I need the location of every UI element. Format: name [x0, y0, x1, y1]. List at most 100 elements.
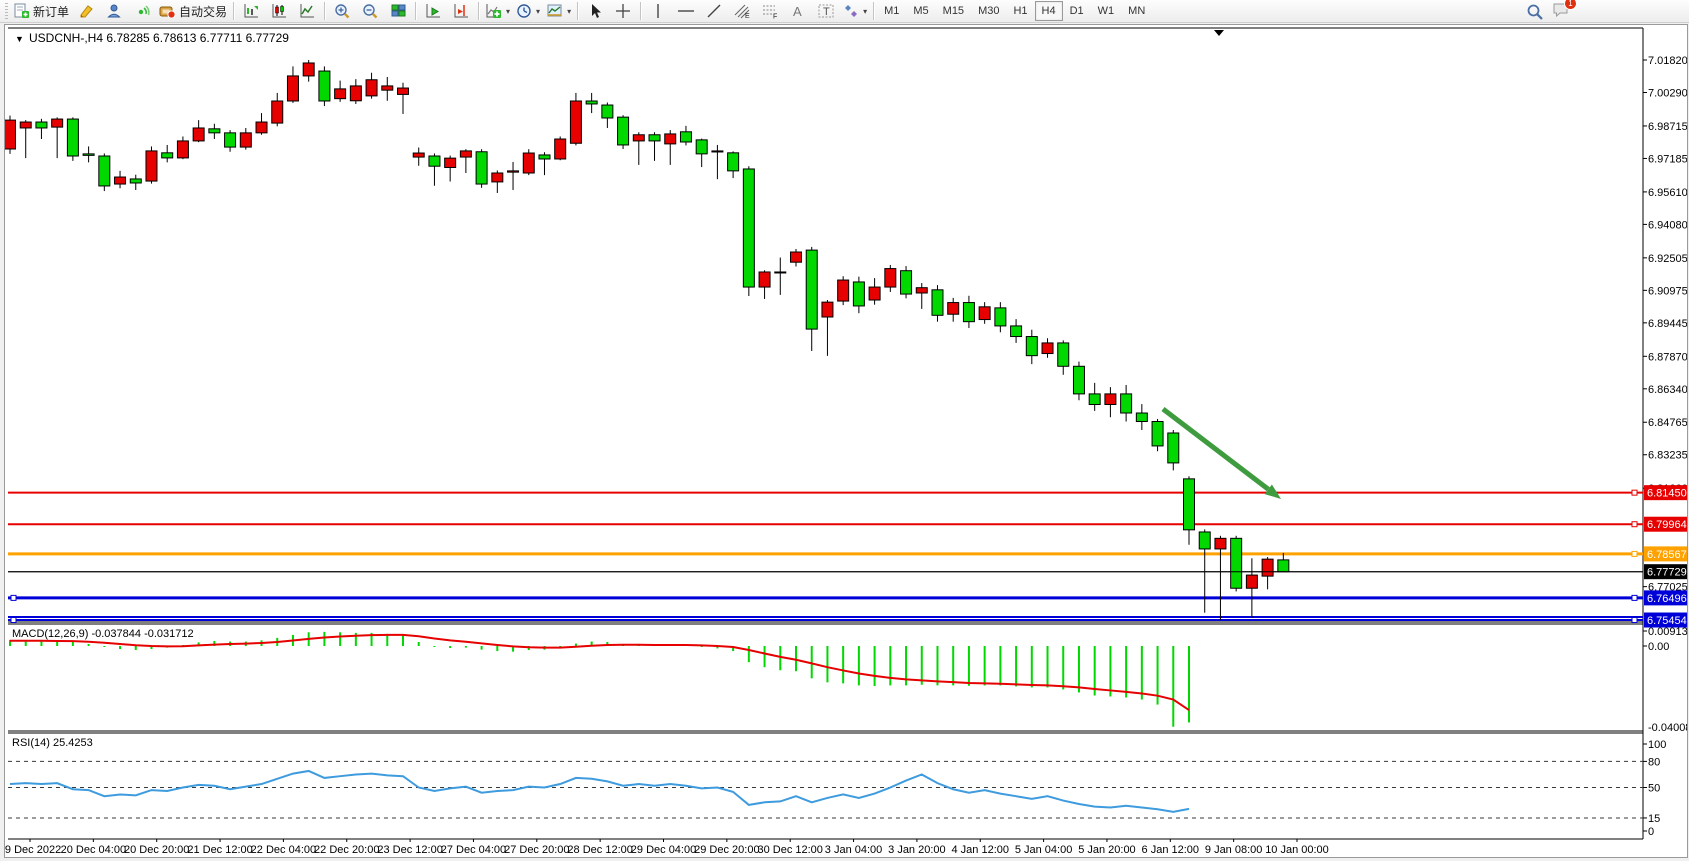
- candle-bear: [1011, 326, 1022, 337]
- candle-bear: [1231, 538, 1242, 588]
- trendline-button[interactable]: [700, 0, 728, 22]
- timeframe-h1[interactable]: H1: [1006, 1, 1034, 21]
- price-badge-label: 6.78567: [1647, 549, 1687, 561]
- timeframe-m5[interactable]: M5: [906, 1, 935, 21]
- toolbar-separator: [415, 2, 416, 20]
- candle-bear: [1089, 394, 1100, 405]
- text-label-button[interactable]: T: [812, 0, 840, 22]
- zoom-in-button[interactable]: [328, 0, 356, 22]
- line-handle[interactable]: [1632, 490, 1637, 495]
- time-tick-label: 3 Jan 04:00: [825, 844, 883, 856]
- candle-bull: [712, 151, 723, 152]
- candle-bull: [445, 158, 456, 167]
- time-tick-label: 27 Dec 20:00: [504, 844, 569, 856]
- toolbar-separator: [873, 2, 874, 20]
- indicators-button[interactable]: ▾: [482, 0, 513, 22]
- auto-trading-button[interactable]: 自动交易: [156, 0, 230, 22]
- tile-windows-icon: [390, 3, 407, 19]
- styles-button[interactable]: [72, 0, 100, 22]
- candle-bull: [523, 153, 534, 173]
- timeframe-bar: M1M5M15M30H1H4D1W1MN: [877, 1, 1152, 21]
- candle-bear: [696, 140, 707, 154]
- rsi-axis-label: 15: [1648, 813, 1660, 825]
- candle-bear: [1136, 413, 1147, 421]
- timeframe-w1[interactable]: W1: [1091, 1, 1122, 21]
- candle-bull: [555, 139, 566, 159]
- candle-bear: [1168, 433, 1179, 463]
- timeframe-m30[interactable]: M30: [971, 1, 1006, 21]
- rsi-axis-label: 50: [1648, 783, 1660, 795]
- toolbar-right-group: 1: [1526, 1, 1571, 23]
- fibonacci-button[interactable]: F: [756, 0, 784, 22]
- crosshair-icon: [615, 3, 631, 19]
- macd-label: MACD(12,26,9) -0.037844 -0.031712: [12, 628, 194, 640]
- plot-background: [8, 28, 1643, 839]
- candle-bear: [649, 135, 660, 141]
- search-icon[interactable]: [1526, 3, 1544, 21]
- time-tick-label: 21 Dec 12:00: [187, 844, 252, 856]
- trading-app-window: 新订单: [0, 0, 1689, 861]
- line-handle[interactable]: [1632, 522, 1637, 527]
- line-handle[interactable]: [1632, 551, 1637, 556]
- price-tick-label: 6.92505: [1648, 253, 1687, 265]
- timeframe-m1[interactable]: M1: [877, 1, 906, 21]
- notifications-button[interactable]: 1: [1552, 1, 1571, 23]
- zoom-out-button[interactable]: [356, 0, 384, 22]
- time-tick-label: 6 Jan 12:00: [1142, 844, 1200, 856]
- tile-windows-button[interactable]: [384, 0, 412, 22]
- shapes-button[interactable]: ▾: [840, 0, 870, 22]
- price-tick-label: 6.86340: [1648, 384, 1687, 396]
- candle-bear: [67, 119, 78, 156]
- candle-bear: [1073, 366, 1084, 394]
- candlestick-chart-button[interactable]: [265, 0, 293, 22]
- candle-bull: [382, 86, 393, 90]
- main-toolbar: 新订单: [0, 0, 1689, 23]
- horizontal-line-button[interactable]: [672, 0, 700, 22]
- timeframe-h4[interactable]: H4: [1035, 1, 1063, 21]
- line-handle[interactable]: [1632, 618, 1637, 623]
- timeframe-mn[interactable]: MN: [1121, 1, 1152, 21]
- line-chart-button[interactable]: [293, 0, 321, 22]
- time-tick-label: 30 Dec 12:00: [757, 844, 822, 856]
- periods-icon: [516, 3, 532, 19]
- line-handle[interactable]: [11, 618, 16, 623]
- candle-bear: [806, 250, 817, 329]
- crosshair-button[interactable]: [609, 0, 637, 22]
- price-tick-label: 6.84765: [1648, 417, 1687, 429]
- line-handle[interactable]: [11, 595, 16, 600]
- channel-button[interactable]: E: [728, 0, 756, 22]
- time-tick-label: 5 Jan 20:00: [1078, 844, 1136, 856]
- candle-bull: [570, 101, 581, 143]
- auto-scroll-icon: [425, 3, 442, 19]
- svg-text:F: F: [773, 14, 777, 20]
- candle-bull: [20, 122, 31, 128]
- candle-bear: [932, 290, 943, 315]
- candle-bull: [256, 122, 267, 133]
- chart-canvas[interactable]: 7.018207.002906.987156.971856.956106.940…: [5, 25, 1687, 857]
- signal-icon: [134, 3, 150, 19]
- timeframe-m15[interactable]: M15: [936, 1, 971, 21]
- cursor-button[interactable]: [581, 0, 609, 22]
- timeframe-d1[interactable]: D1: [1063, 1, 1091, 21]
- vertical-line-button[interactable]: [644, 0, 672, 22]
- price-tick-label: 6.95610: [1648, 187, 1687, 199]
- line-handle[interactable]: [1632, 595, 1637, 600]
- auto-scroll-button[interactable]: [419, 0, 447, 22]
- candle-bear: [1121, 394, 1132, 413]
- candle-bear: [539, 155, 550, 159]
- new-order-button[interactable]: 新订单: [10, 0, 72, 22]
- price-badge-label: 6.81450: [1647, 488, 1687, 500]
- candle-bull: [885, 269, 896, 287]
- template-button[interactable]: ▾: [543, 0, 574, 22]
- signals-button[interactable]: [128, 0, 156, 22]
- candle-bull: [240, 133, 251, 147]
- bar-chart-button[interactable]: [237, 0, 265, 22]
- periods-button[interactable]: ▾: [513, 0, 543, 22]
- market-watch-button[interactable]: [100, 0, 128, 22]
- chart-shift-button[interactable]: [447, 0, 475, 22]
- chevron-down-icon: ▾: [567, 7, 571, 16]
- text-button[interactable]: A: [784, 0, 812, 22]
- price-badge-label: 6.77729: [1647, 567, 1687, 579]
- candle-bull: [5, 120, 16, 149]
- price-tick-label: 6.94080: [1648, 219, 1687, 231]
